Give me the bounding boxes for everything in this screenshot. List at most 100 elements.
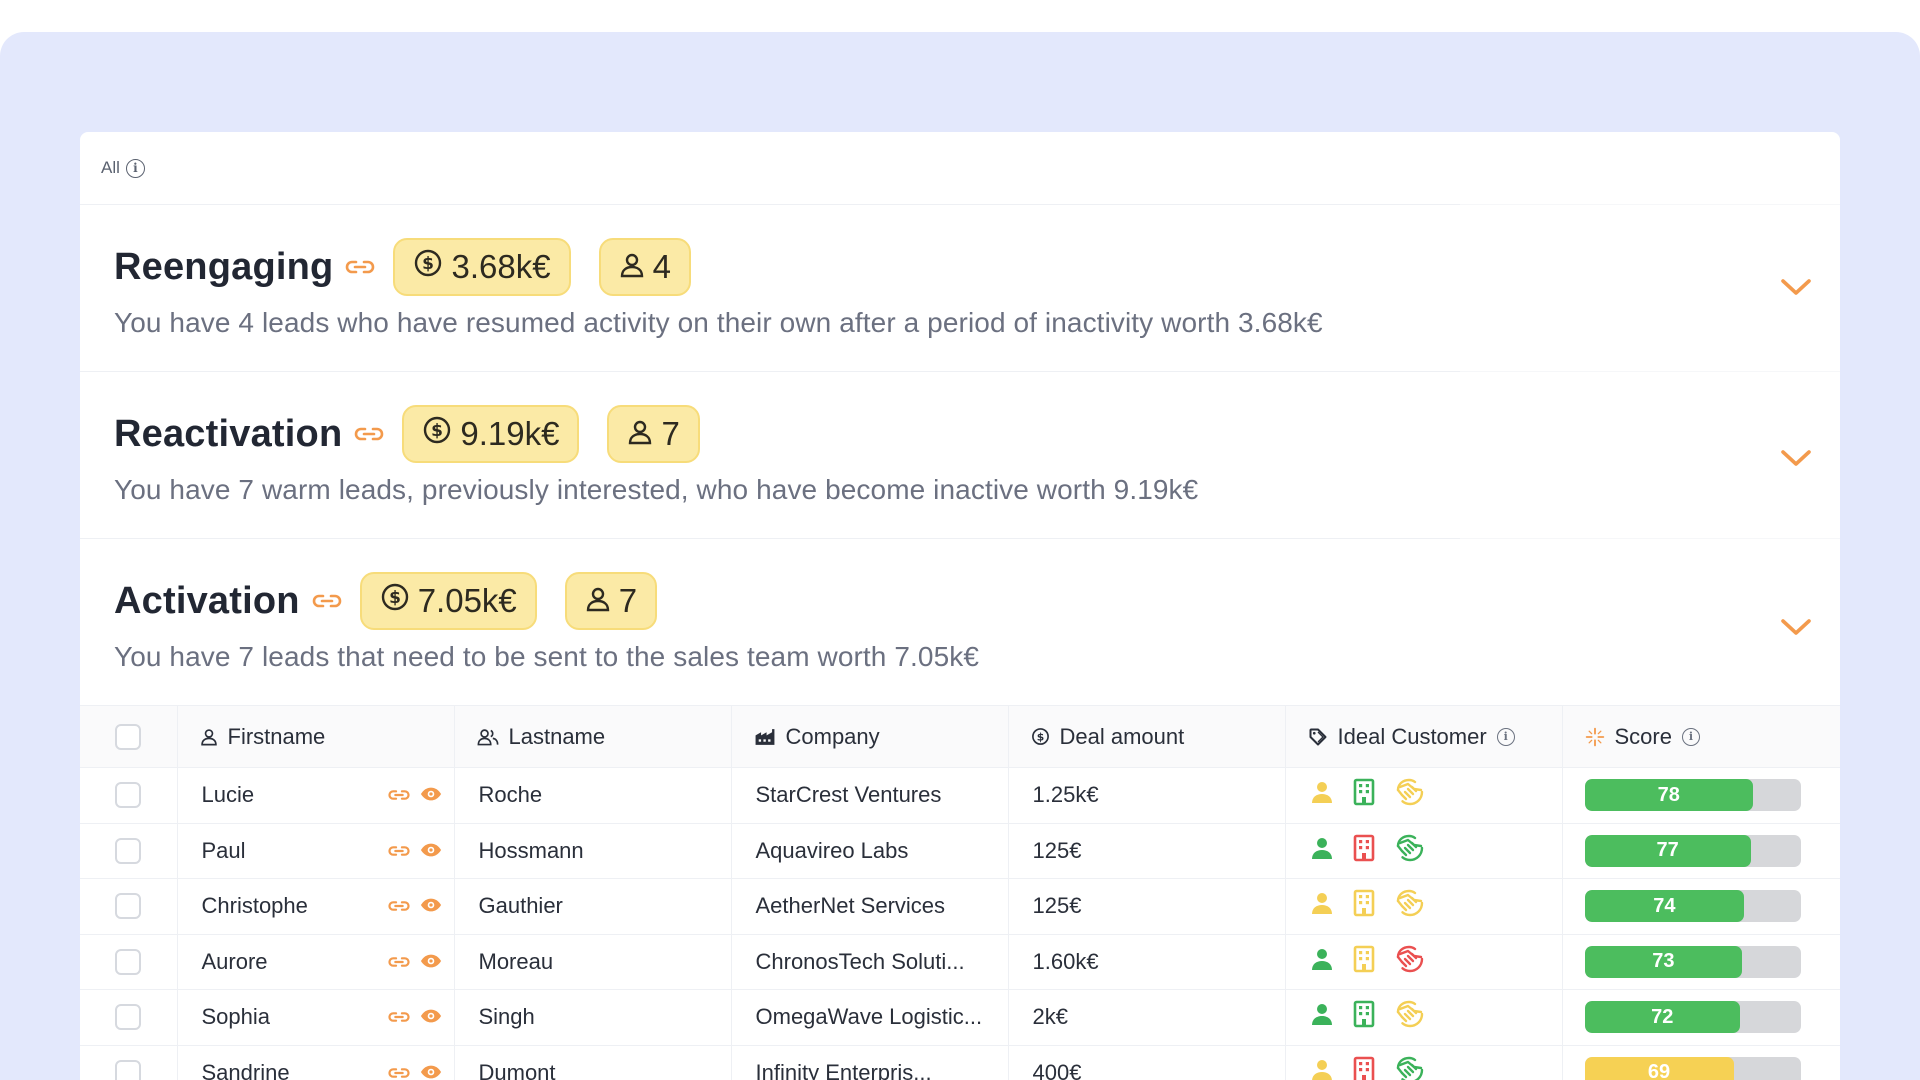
row-checkbox[interactable] <box>115 1059 142 1080</box>
table-row[interactable]: Sandrine Dumont Infinity Enterpris... 40… <box>80 1045 1840 1080</box>
row-select-cell[interactable] <box>80 823 178 879</box>
lastname: Hossmann <box>478 837 584 863</box>
building-icon <box>1352 778 1376 812</box>
company-name: Infinity Enterpris... <box>755 1059 932 1080</box>
link-icon[interactable] <box>312 592 342 610</box>
table-row[interactable]: Sophia Singh OmegaWave Logistic... 2k€ 7… <box>80 989 1840 1046</box>
lastname: Roche <box>478 782 543 808</box>
score-value: 77 <box>1656 839 1679 862</box>
firstname: Sophia <box>201 1004 271 1030</box>
score-bar: 69 <box>1584 1056 1801 1080</box>
lastname-cell: Singh <box>454 989 732 1046</box>
select-all-cell[interactable] <box>80 705 178 768</box>
deal-amount: 2k€ <box>1032 1004 1068 1030</box>
info-icon[interactable]: i <box>1681 727 1700 746</box>
company-cell: Infinity Enterpris... <box>731 1045 1009 1080</box>
link-icon[interactable] <box>387 1004 410 1030</box>
eye-icon[interactable] <box>420 838 442 864</box>
link-icon[interactable] <box>387 1060 410 1080</box>
link-icon[interactable] <box>387 949 410 975</box>
link-icon[interactable] <box>387 838 410 864</box>
row-select-cell[interactable] <box>80 934 178 990</box>
table-row[interactable]: Paul Hossmann Aquavireo Labs 125€ 77 <box>80 823 1840 879</box>
table-row[interactable]: Christophe Gauthier AetherNet Services 1… <box>80 878 1840 935</box>
row-select-cell[interactable] <box>80 989 178 1046</box>
col-header-company[interactable]: Company <box>731 705 1009 768</box>
row-checkbox[interactable] <box>115 1004 142 1031</box>
eye-icon[interactable] <box>420 1060 442 1080</box>
score-bar: 78 <box>1584 779 1801 812</box>
building-icon <box>1352 889 1376 923</box>
firstname: Christophe <box>201 893 308 919</box>
segment-card[interactable]: Reengaging $ 3.68k€ 4 You have 4 leads w… <box>80 203 1840 371</box>
filter-bar[interactable]: All i <box>80 132 1840 204</box>
score-value: 73 <box>1652 950 1675 973</box>
segment-header: Activation $ 7.05k€ 7 <box>114 571 1840 631</box>
divider <box>1460 537 1840 539</box>
score-fill: 69 <box>1584 1056 1734 1080</box>
col-header-firstname[interactable]: Firstname <box>177 705 455 768</box>
eye-icon[interactable] <box>420 949 442 975</box>
lead-count-badge: 4 <box>598 238 691 296</box>
chevron-down-icon[interactable] <box>1780 617 1812 642</box>
select-all-checkbox[interactable] <box>115 723 142 750</box>
deal-amount: 1.60k€ <box>1032 948 1099 974</box>
col-header-score[interactable]: Score i <box>1562 705 1840 768</box>
user-icon <box>585 582 611 620</box>
col-header-ideal-customer[interactable]: Ideal Customer i <box>1285 705 1563 768</box>
row-select-cell[interactable] <box>80 767 178 824</box>
user-icon <box>619 248 645 286</box>
firstname: Lucie <box>201 782 255 808</box>
link-icon[interactable] <box>345 258 375 276</box>
row-checkbox[interactable] <box>115 782 142 809</box>
chevron-down-icon[interactable] <box>1780 277 1812 302</box>
lead-count-value: 4 <box>652 248 671 285</box>
score-cell: 78 <box>1562 767 1840 824</box>
row-checkbox[interactable] <box>115 948 142 975</box>
lastname: Moreau <box>478 948 554 974</box>
person-icon <box>1310 947 1334 977</box>
person-icon <box>1310 891 1334 921</box>
row-checkbox[interactable] <box>115 893 142 920</box>
segment-card[interactable]: Activation $ 7.05k€ 7 You have 7 leads t… <box>80 537 1840 705</box>
row-select-cell[interactable] <box>80 1045 178 1080</box>
chevron-down-icon[interactable] <box>1780 448 1812 473</box>
eye-icon[interactable] <box>420 1004 442 1030</box>
row-select-cell[interactable] <box>80 878 178 935</box>
link-icon[interactable] <box>387 893 410 919</box>
segment-description: You have 7 warm leads, previously intere… <box>114 474 1199 505</box>
building-icon <box>1352 1056 1376 1080</box>
info-icon[interactable]: i <box>125 158 145 178</box>
filter-all-label[interactable]: All <box>101 158 120 178</box>
col-header-deal-amount[interactable]: $ Deal amount <box>1008 705 1286 768</box>
company-name: OmegaWave Logistic... <box>755 1004 983 1030</box>
firstname: Aurore <box>201 948 268 974</box>
info-icon[interactable]: i <box>1496 727 1515 746</box>
segment-header: Reactivation $ 9.19k€ 7 <box>114 404 1840 464</box>
eye-icon[interactable] <box>420 782 442 808</box>
col-header-lastname[interactable]: Lastname <box>454 705 732 768</box>
segment-title: Reengaging <box>114 245 334 288</box>
table-row[interactable]: Lucie Roche StarCrest Ventures 1.25k€ 78 <box>80 767 1840 824</box>
table-row[interactable]: Aurore Moreau ChronosTech Soluti... 1.60… <box>80 934 1840 990</box>
deal-amount: 400€ <box>1032 1059 1082 1080</box>
handshake-icon <box>1394 944 1426 980</box>
eye-icon[interactable] <box>420 893 442 919</box>
building-icon <box>1352 834 1376 868</box>
company-cell: Aquavireo Labs <box>731 823 1009 879</box>
deal-amount: 1.25k€ <box>1032 782 1099 808</box>
amount-badge: $ 7.05k€ <box>359 572 537 630</box>
segment-title: Activation <box>114 579 300 622</box>
svg-text:$: $ <box>1036 730 1043 743</box>
lastname-cell: Hossmann <box>454 823 732 879</box>
building-icon <box>1352 945 1376 979</box>
row-checkbox[interactable] <box>115 837 142 864</box>
tag-icon <box>1309 728 1326 745</box>
table-body: Lucie Roche StarCrest Ventures 1.25k€ 78… <box>80 767 1840 1080</box>
segment-card[interactable]: Reactivation $ 9.19k€ 7 You have 7 warm … <box>80 370 1840 538</box>
company-name: Aquavireo Labs <box>755 837 909 863</box>
company-name: ChronosTech Soluti... <box>755 948 965 974</box>
link-icon[interactable] <box>387 782 410 808</box>
link-icon[interactable] <box>354 425 384 443</box>
person-icon <box>1310 1058 1334 1080</box>
